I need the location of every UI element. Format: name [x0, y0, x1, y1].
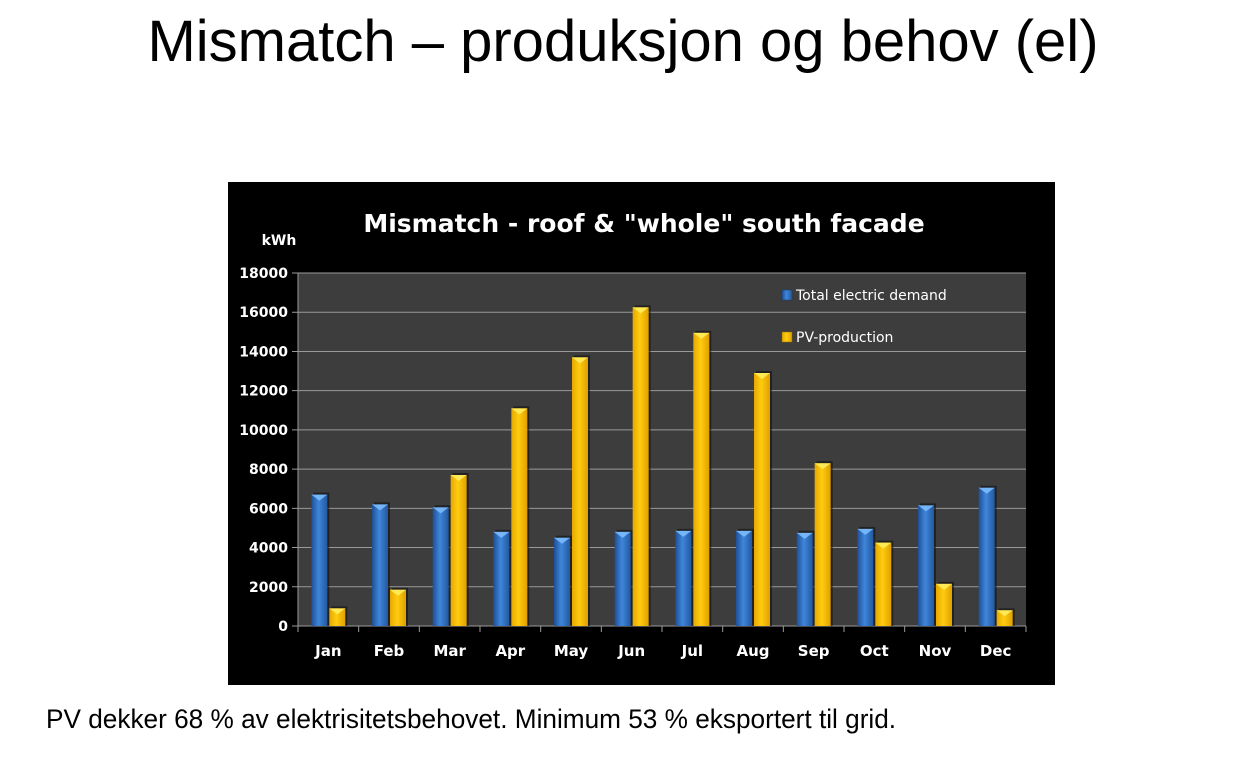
- y-tick-label: 8000: [249, 462, 288, 478]
- y-axis-ticks: 0 2000 4000 6000 8000 10000 12000 14000 16000 180…: [239, 266, 288, 635]
- x-tick-label: Sep: [798, 642, 830, 660]
- bar-pv: [936, 583, 952, 626]
- bar-demand: [372, 504, 388, 626]
- y-tick-label: 18000: [239, 266, 288, 282]
- bar-demand: [978, 487, 995, 626]
- x-tick-label: Nov: [919, 642, 952, 660]
- bar-demand: [736, 530, 752, 626]
- bar-demand: [614, 531, 631, 626]
- y-tick-label: 14000: [239, 344, 288, 360]
- x-tick-label: Aug: [736, 642, 769, 660]
- y-tick-label: 6000: [249, 501, 288, 517]
- y-tick-label: 12000: [239, 384, 288, 400]
- chart-container: 0 2000 4000 6000 8000 10000 12000 14000 16000 180…: [228, 182, 1055, 685]
- x-tick-label: May: [554, 642, 589, 660]
- bar-pv: [754, 373, 770, 626]
- bar-chart: 0 2000 4000 6000 8000 10000 12000 14000 16000 180…: [239, 209, 1027, 660]
- bar-demand: [554, 537, 570, 626]
- x-tick-label: Jun: [617, 642, 645, 660]
- bar-pv: [875, 542, 892, 626]
- y-tick-label: 2000: [249, 580, 288, 596]
- bar-pv: [511, 408, 528, 626]
- bar-pv: [693, 332, 710, 626]
- y-tick-label: 0: [278, 619, 288, 635]
- slide-title: Mismatch – produksjon og behov (el): [147, 9, 1099, 74]
- x-tick-label: Jul: [681, 642, 703, 660]
- legend-label-pv: PV-production: [796, 330, 893, 346]
- x-tick-label: Dec: [980, 642, 1012, 660]
- x-tick-label: Oct: [860, 642, 889, 660]
- chart-title: Mismatch - roof & "whole" south facade: [363, 209, 924, 238]
- bar-demand: [493, 531, 510, 626]
- bar-demand: [432, 507, 449, 626]
- plot-area: [298, 273, 1026, 626]
- legend-swatch-pv: [781, 331, 793, 343]
- bar-demand: [675, 530, 692, 626]
- slide-caption: PV dekker 68 % av elektrisitetsbehovet. …: [46, 704, 897, 734]
- bar-pv: [814, 463, 831, 626]
- y-tick-label: 4000: [249, 541, 288, 557]
- y-tick-label: 16000: [239, 305, 288, 321]
- bar-demand: [311, 494, 328, 626]
- bar-demand: [918, 505, 934, 626]
- bar-pv: [572, 357, 588, 626]
- x-tick-label: Apr: [495, 642, 525, 660]
- x-axis-ticks: Jan Feb Mar Apr May Jun Jul Aug Sep Oct Nov Dec: [314, 626, 1027, 660]
- x-tick-label: Mar: [433, 642, 466, 660]
- x-tick-label: Feb: [374, 642, 405, 660]
- x-tick-label: Jan: [314, 642, 341, 660]
- bar-pv: [450, 474, 467, 626]
- bar-pv: [632, 307, 649, 626]
- y-tick-label: 10000: [239, 423, 288, 439]
- bar-demand: [796, 532, 813, 626]
- legend-label-demand: Total electric demand: [795, 288, 947, 304]
- y-axis-label: kWh: [262, 233, 297, 249]
- legend-swatch-demand: [781, 289, 793, 301]
- bar-demand: [857, 528, 874, 626]
